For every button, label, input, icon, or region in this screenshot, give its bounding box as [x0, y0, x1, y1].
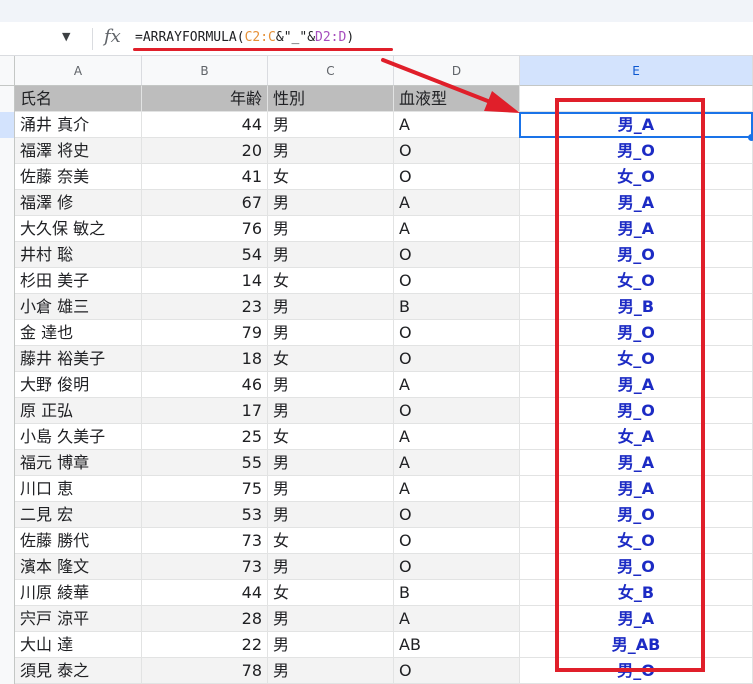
- annotation-arrow: [381, 58, 520, 113]
